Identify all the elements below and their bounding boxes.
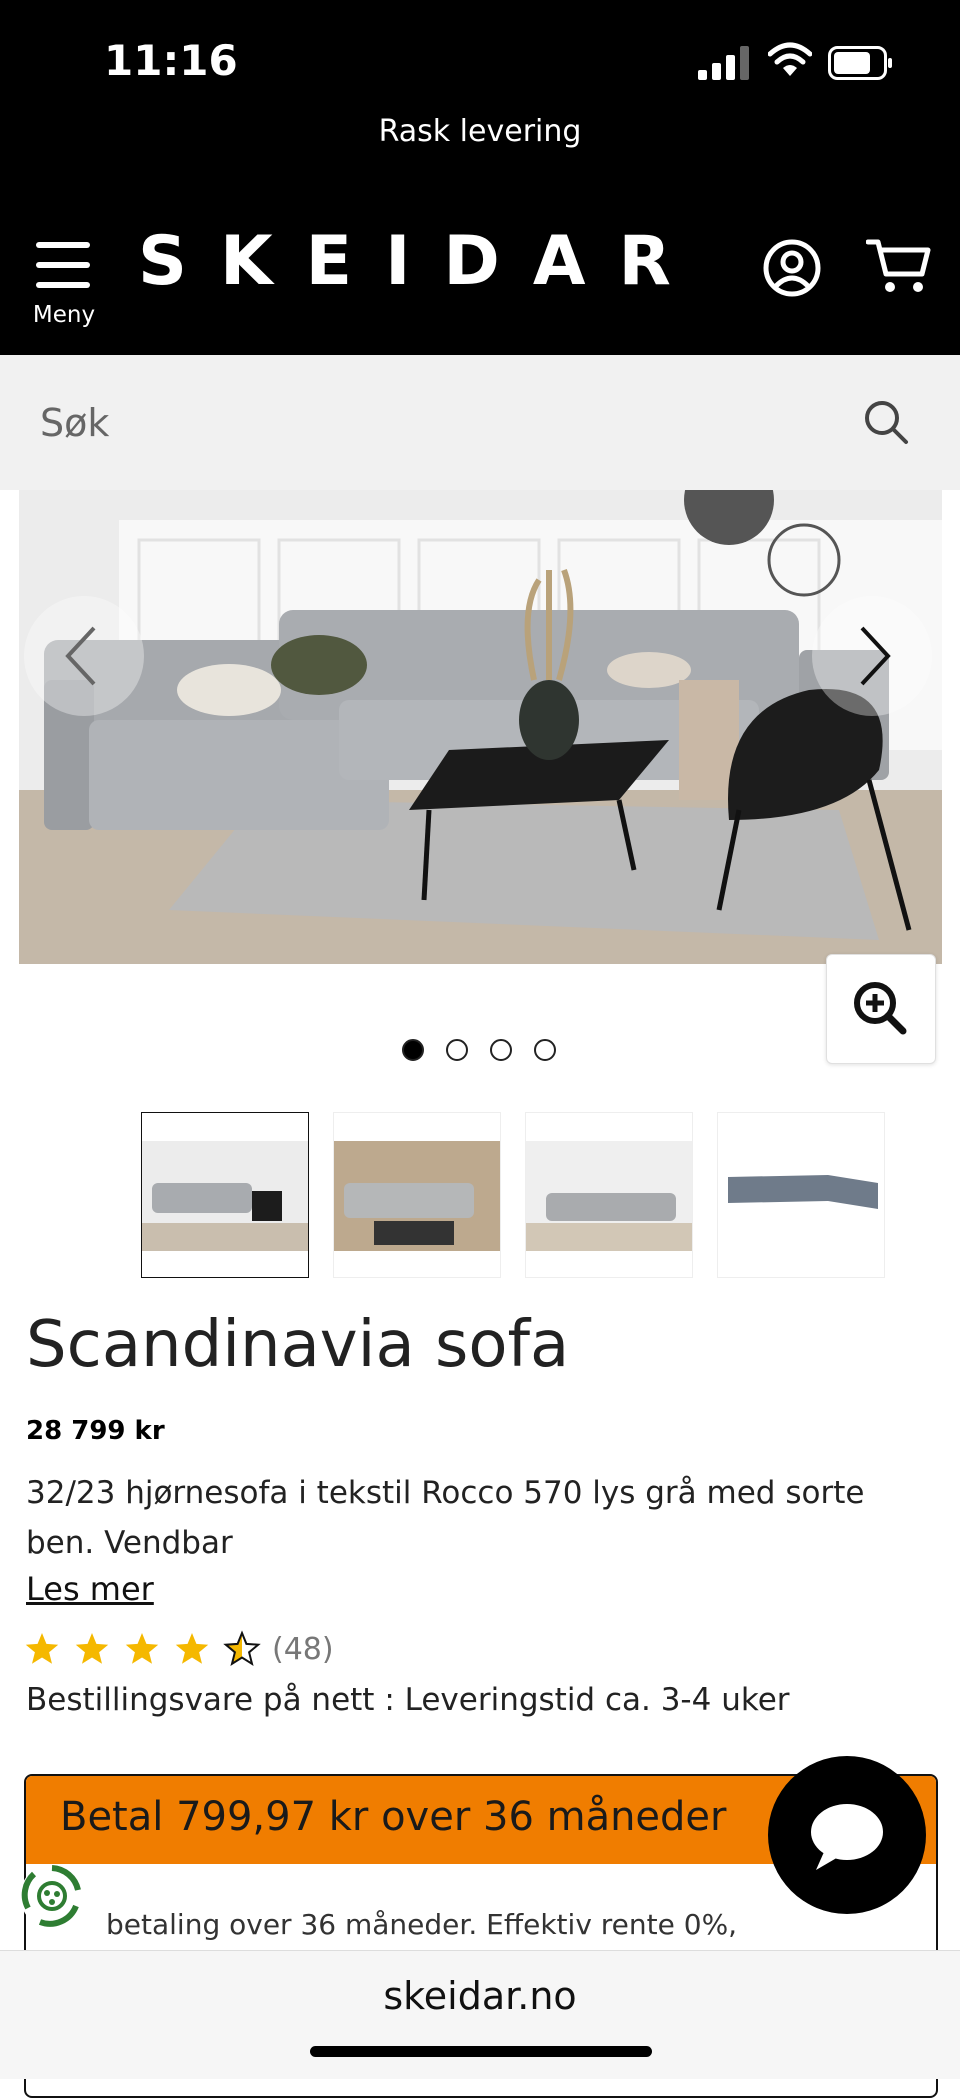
product-description: 32/23 hjørnesofa i tekstil Rocco 570 lys… (26, 1475, 865, 1561)
zoom-in-icon (854, 982, 907, 1035)
carousel-dot[interactable] (534, 1039, 556, 1061)
recycle-icon[interactable] (14, 1858, 90, 1934)
logo[interactable]: SKEIDAR (138, 222, 704, 301)
review-count[interactable]: (48) (272, 1632, 334, 1667)
status-time: 11:16 (104, 36, 238, 85)
financing-detail: betaling over 36 måneder. Effektiv rente… (106, 1908, 738, 1941)
signal-icon (698, 46, 749, 80)
product-image[interactable] (19, 490, 942, 964)
menu-button[interactable]: Meny (22, 232, 106, 332)
financing-title: Betal 799,97 kr over 36 måneder (60, 1794, 727, 1840)
carousel-dot[interactable] (446, 1039, 468, 1061)
carousel-dot[interactable] (402, 1039, 424, 1061)
search-input[interactable] (38, 389, 822, 457)
search-icon[interactable] (862, 398, 910, 446)
search-bar (0, 355, 960, 490)
product-title: Scandinavia sofa (26, 1308, 570, 1382)
url-display[interactable]: skeidar.no (0, 1974, 960, 2018)
star-full-icon (175, 1633, 209, 1664)
star-full-icon (125, 1633, 159, 1664)
account-icon[interactable] (762, 238, 822, 298)
chat-button[interactable] (768, 1756, 926, 1914)
menu-icon (36, 242, 90, 288)
product-price: 28 799 kr (26, 1416, 165, 1446)
carousel-prev-button[interactable] (24, 596, 144, 716)
thumbnail[interactable] (717, 1112, 885, 1278)
read-more-link[interactable]: Les mer (26, 1570, 154, 1608)
carousel-next-button[interactable] (812, 596, 932, 716)
battery-icon (828, 46, 892, 80)
wifi-icon (768, 42, 812, 76)
thumbnail[interactable] (333, 1112, 501, 1278)
chevron-right-icon (860, 626, 891, 686)
home-indicator (310, 2046, 652, 2057)
chevron-left-icon (65, 626, 96, 686)
chat-bubble-icon (811, 1804, 883, 1870)
carousel-dot[interactable] (490, 1039, 512, 1061)
delivery-info: Bestillingsvare på nett : Leveringstid c… (26, 1682, 790, 1718)
promo-banner[interactable]: Rask levering (0, 114, 960, 149)
star-full-icon (25, 1633, 59, 1664)
thumbnail[interactable] (525, 1112, 693, 1278)
star-full-icon (75, 1633, 109, 1664)
star-rating[interactable] (24, 1628, 264, 1670)
thumbnail[interactable] (141, 1112, 309, 1278)
zoom-button[interactable] (826, 954, 936, 1064)
cart-icon[interactable] (866, 236, 932, 296)
menu-label: Meny (32, 302, 96, 328)
